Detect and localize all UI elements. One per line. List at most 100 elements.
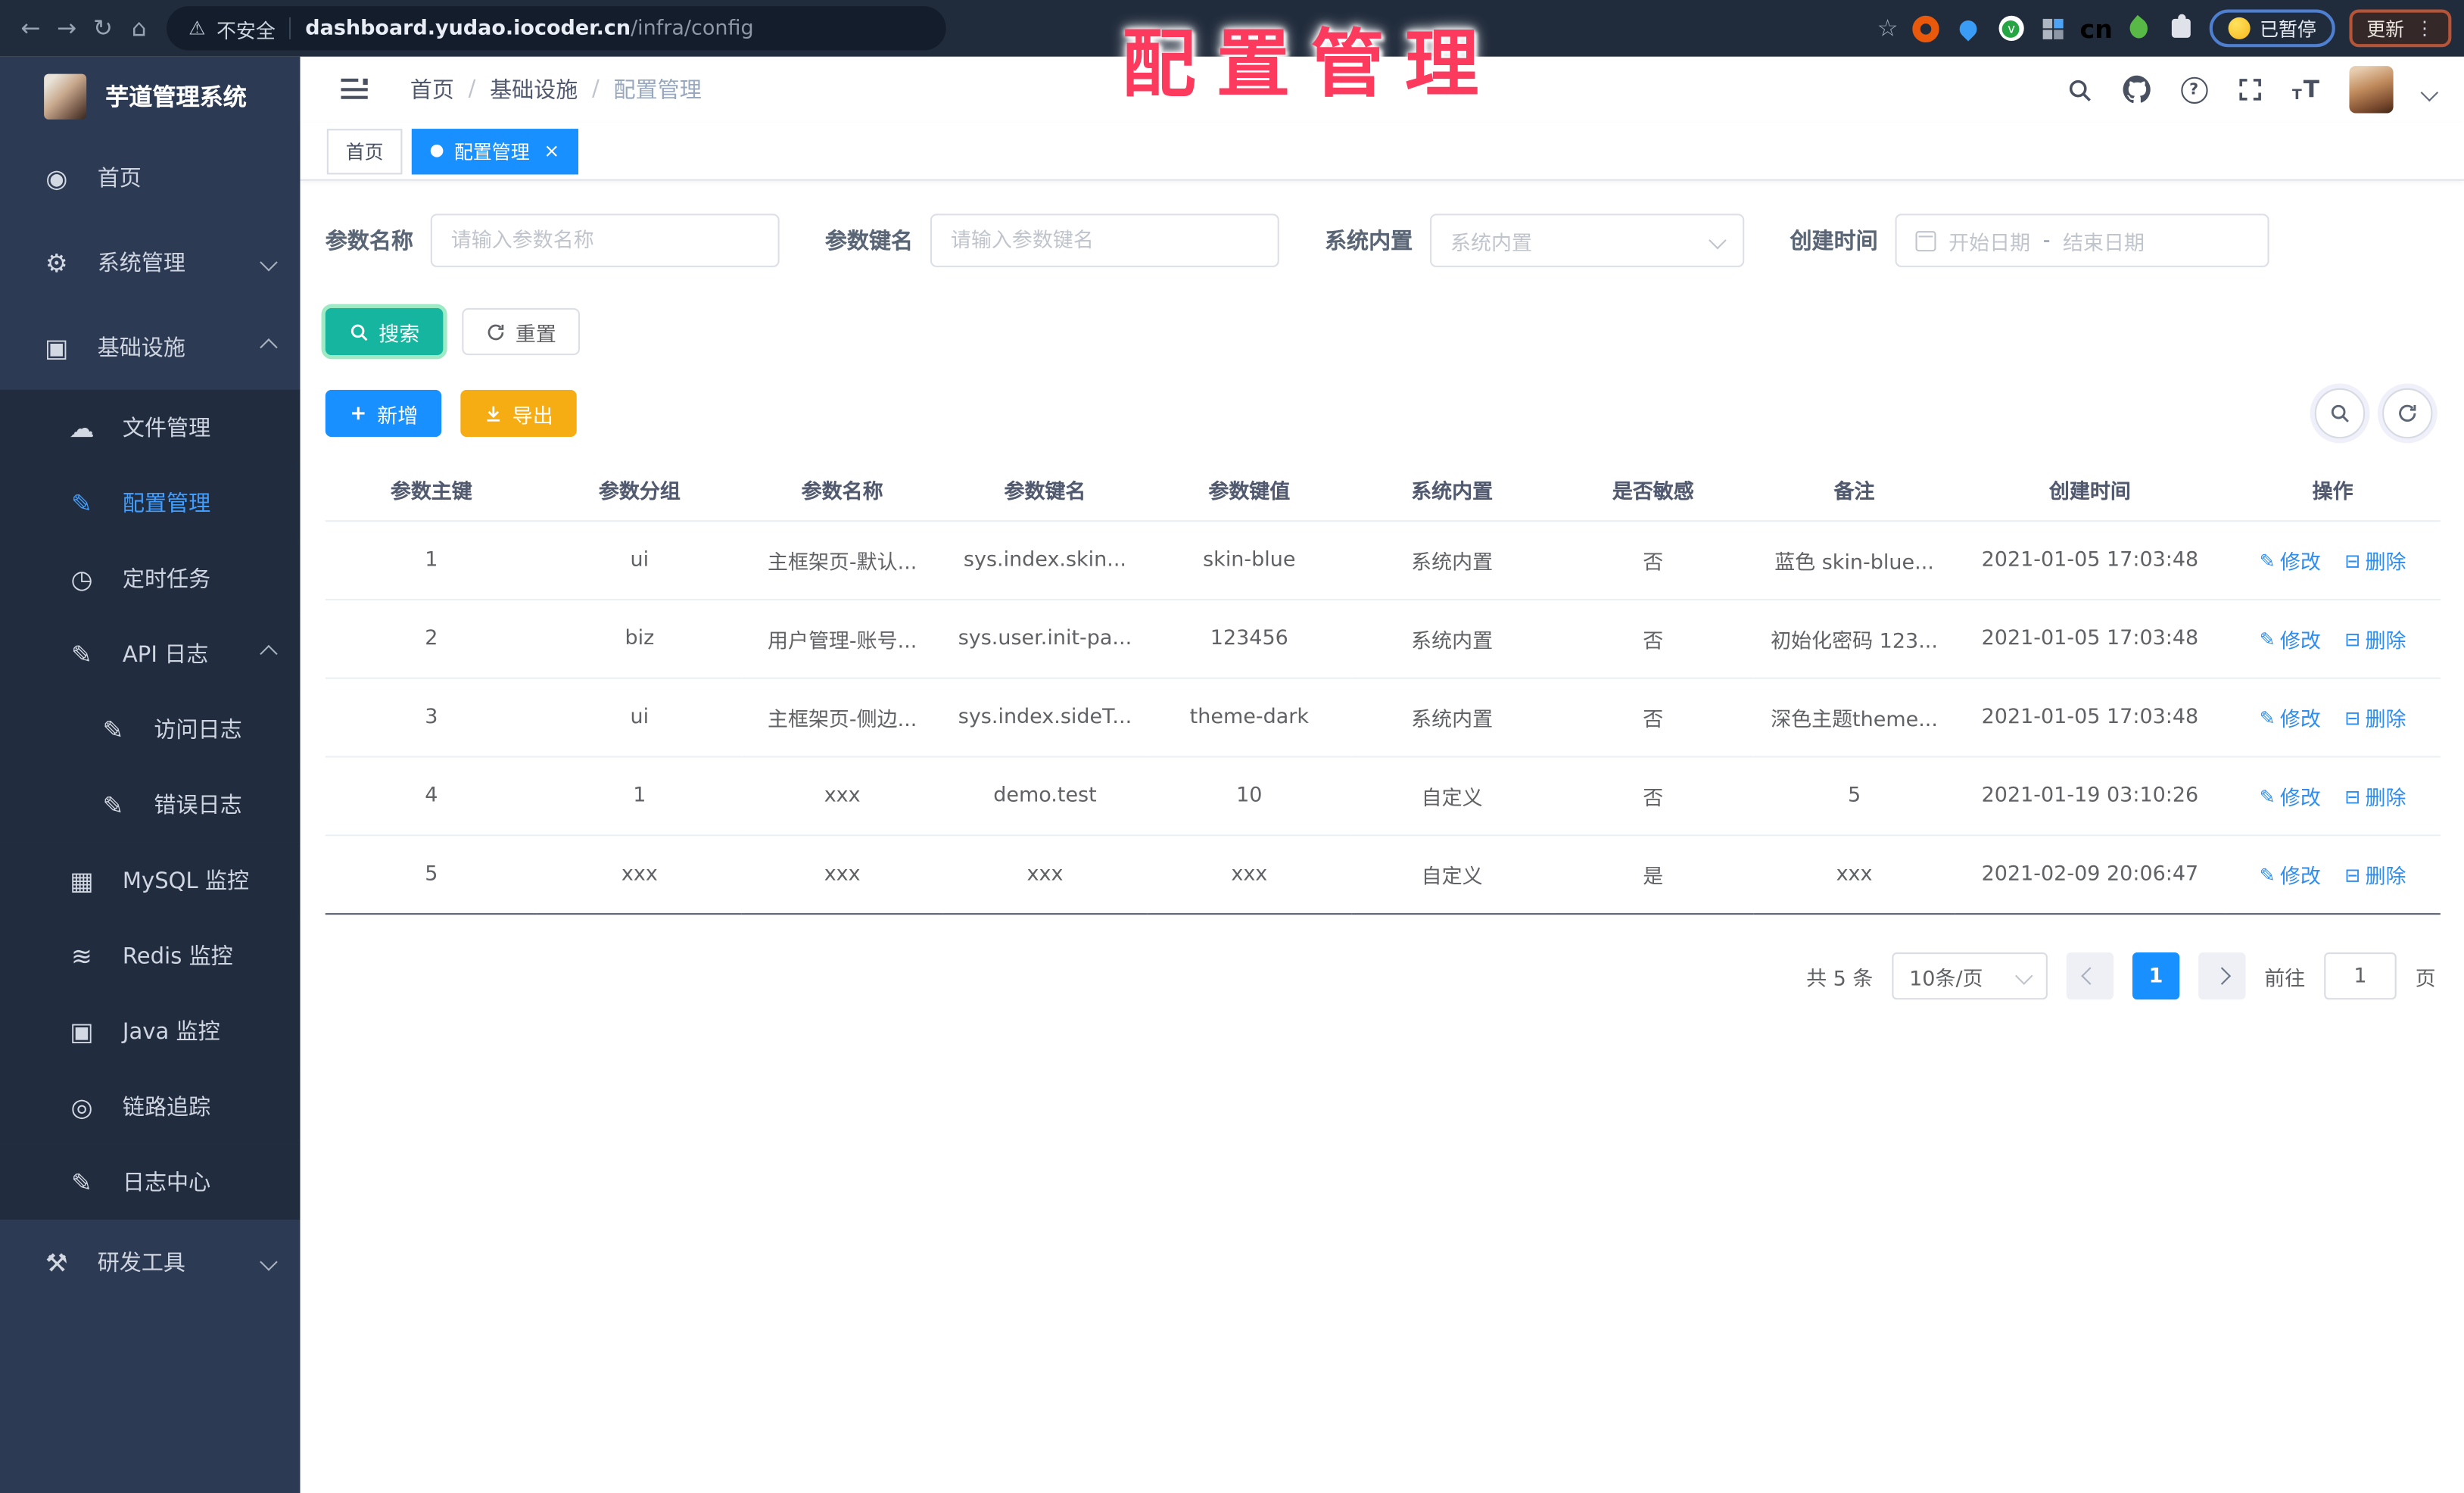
extension-grid-icon[interactable] xyxy=(2039,14,2067,42)
sidebar-item-home[interactable]: ◉ 首页 xyxy=(0,136,300,220)
url-path: /infra/config xyxy=(631,16,754,40)
param-name-input[interactable] xyxy=(430,214,780,267)
cell: 是 xyxy=(1643,865,1664,890)
col-header: 创建时间 xyxy=(1955,457,2226,522)
edit-icon: ✎ xyxy=(2259,784,2276,807)
back-icon[interactable]: ← xyxy=(13,14,49,42)
cell: 5 xyxy=(1847,784,1861,809)
main-panel: 首页 / 基础设施 / 配置管理 ? T T 首页 配置管理 × 参数名称 请输… xyxy=(300,56,2464,1493)
sidebar-item-api-log[interactable]: ✎ API 日志 xyxy=(0,616,301,692)
delete-link[interactable]: ⊟ 删除 xyxy=(2344,860,2406,890)
cell: 3 xyxy=(425,706,438,730)
help-icon[interactable]: ? xyxy=(2180,76,2207,103)
param-key-input[interactable] xyxy=(930,214,1279,267)
sidebar-item-devtools[interactable]: ⚒ 研发工具 xyxy=(0,1220,300,1304)
edit-link[interactable]: ✎ 修改 xyxy=(2260,703,2321,732)
reload-icon[interactable]: ↻ xyxy=(85,14,121,42)
sidebar-item-file[interactable]: ☁ 文件管理 xyxy=(0,389,301,466)
tab-home[interactable]: 首页 xyxy=(326,128,403,174)
breadcrumb-home[interactable]: 首页 xyxy=(410,74,454,106)
toggle-search-button[interactable] xyxy=(2314,388,2366,439)
cell: 5 xyxy=(425,862,438,887)
sidebar-item-system[interactable]: ⚙ 系统管理 xyxy=(0,220,300,305)
edit-icon: ✎ xyxy=(2259,863,2276,886)
chevron-down-icon xyxy=(1709,231,1727,250)
builtin-select[interactable]: 系统内置 xyxy=(1430,214,1745,267)
extension-puzzle-icon[interactable] xyxy=(2167,14,2195,42)
prev-page-button[interactable] xyxy=(2066,952,2114,1000)
refresh-button[interactable] xyxy=(2382,388,2433,439)
cell: 蓝色 skin-blue... xyxy=(1774,551,1934,575)
extension-orange-icon[interactable] xyxy=(1912,14,1940,42)
bookmark-star-icon[interactable]: ☆ xyxy=(1877,14,1899,42)
extension-leaf-icon[interactable] xyxy=(2125,14,2153,42)
avatar-caret-icon[interactable] xyxy=(2420,75,2439,104)
sidebar-item-log-center[interactable]: ✎ 日志中心 xyxy=(0,1144,301,1220)
goto-page-input[interactable] xyxy=(2324,952,2397,1000)
cell: 系统内置 xyxy=(1411,709,1494,733)
close-tab-icon[interactable]: × xyxy=(544,140,559,162)
sidebar-item-access-log[interactable]: ✎ 访问日志 xyxy=(0,691,301,768)
monitor-icon: ▣ xyxy=(45,332,69,363)
user-avatar[interactable] xyxy=(2349,66,2394,114)
cell: 否 xyxy=(1643,787,1664,812)
date-range-picker[interactable]: 开始日期 - 结束日期 xyxy=(1895,214,2269,267)
delete-link[interactable]: ⊟ 删除 xyxy=(2344,624,2406,653)
col-header: 是否敏感 xyxy=(1552,457,1754,522)
tags-view-bar: 首页 配置管理 × xyxy=(300,123,2464,181)
edit-icon: ✎ xyxy=(2259,706,2276,729)
extension-cn-icon[interactable]: cn xyxy=(2080,14,2113,43)
sidebar-item-trace[interactable]: ◎ 链路追踪 xyxy=(0,1068,301,1145)
reset-button[interactable]: 重置 xyxy=(462,307,581,356)
collapse-menu-icon[interactable] xyxy=(341,78,369,101)
tab-config[interactable]: 配置管理 × xyxy=(411,128,579,174)
table-row: 4 1 xxx demo.test 10 自定义 否 5 2021-01-19 … xyxy=(325,756,2441,837)
update-button[interactable]: 更新 ⋮ xyxy=(2349,9,2452,48)
config-table: 参数主键 参数分组 参数名称 参数键名 参数键值 系统内置 是否敏感 备注 创建… xyxy=(325,457,2441,915)
address-bar[interactable]: ⚠ 不安全 dashboard.yudao.iocoder.cn/infra/c… xyxy=(167,6,946,51)
search-button[interactable]: 搜索 xyxy=(325,307,444,356)
col-header: 参数名称 xyxy=(741,457,943,522)
export-button[interactable]: 导出 xyxy=(460,389,577,438)
cell: 自定义 xyxy=(1421,865,1483,890)
fullscreen-icon[interactable] xyxy=(2237,77,2262,102)
update-label: 更新 xyxy=(2366,17,2405,40)
edit-link[interactable]: ✎ 修改 xyxy=(2260,781,2321,811)
delete-link[interactable]: ⊟ 删除 xyxy=(2344,545,2406,575)
sidebar-item-redis[interactable]: ≋ Redis 监控 xyxy=(0,918,301,993)
edit-link[interactable]: ✎ 修改 xyxy=(2260,545,2321,575)
emoji-face-icon xyxy=(2228,17,2251,39)
chevron-down-icon xyxy=(2014,967,2033,985)
edit-link[interactable]: ✎ 修改 xyxy=(2260,624,2321,653)
search-icon[interactable] xyxy=(2066,76,2092,103)
forward-icon[interactable]: → xyxy=(48,14,85,42)
next-page-button[interactable] xyxy=(2198,952,2246,1000)
extension-green-v-icon[interactable]: v xyxy=(1997,14,2025,42)
sidebar-item-infra[interactable]: ▣ 基础设施 xyxy=(0,305,300,390)
breadcrumb-infra[interactable]: 基础设施 xyxy=(490,74,578,106)
breadcrumb: 首页 / 基础设施 / 配置管理 xyxy=(410,74,702,106)
cell: 自定义 xyxy=(1421,787,1483,812)
sidebar-item-error-log[interactable]: ✎ 错误日志 xyxy=(0,767,301,843)
cloud-icon: ☁ xyxy=(69,412,95,443)
tools-icon: ⚒ xyxy=(45,1247,68,1277)
cell: 1 xyxy=(425,548,438,572)
sidebar-item-job[interactable]: ◷ 定时任务 xyxy=(0,541,301,616)
font-size-icon[interactable]: TT xyxy=(2292,76,2319,104)
delete-link[interactable]: ⊟ 删除 xyxy=(2344,703,2406,732)
start-date-placeholder: 开始日期 xyxy=(1948,232,2031,256)
paused-badge[interactable]: 已暂停 xyxy=(2209,9,2335,48)
sidebar-item-config[interactable]: ✎ 配置管理 xyxy=(0,465,301,541)
sidebar-item-java[interactable]: ▣ Java 监控 xyxy=(0,993,301,1069)
home-icon[interactable]: ⌂ xyxy=(121,14,157,42)
add-button[interactable]: 新增 xyxy=(325,389,442,438)
edit-link[interactable]: ✎ 修改 xyxy=(2260,860,2321,890)
sidebar-item-mysql[interactable]: ▦ MySQL 监控 xyxy=(0,842,301,918)
end-date-placeholder: 结束日期 xyxy=(2063,232,2145,256)
current-page[interactable]: 1 xyxy=(2132,952,2180,1000)
trash-icon: ⊟ xyxy=(2344,863,2361,886)
github-icon[interactable] xyxy=(2122,75,2151,104)
extension-pin-icon[interactable] xyxy=(1955,14,1983,42)
delete-link[interactable]: ⊟ 删除 xyxy=(2344,781,2406,811)
page-size-select[interactable]: 10条/页 xyxy=(1892,952,2048,1000)
